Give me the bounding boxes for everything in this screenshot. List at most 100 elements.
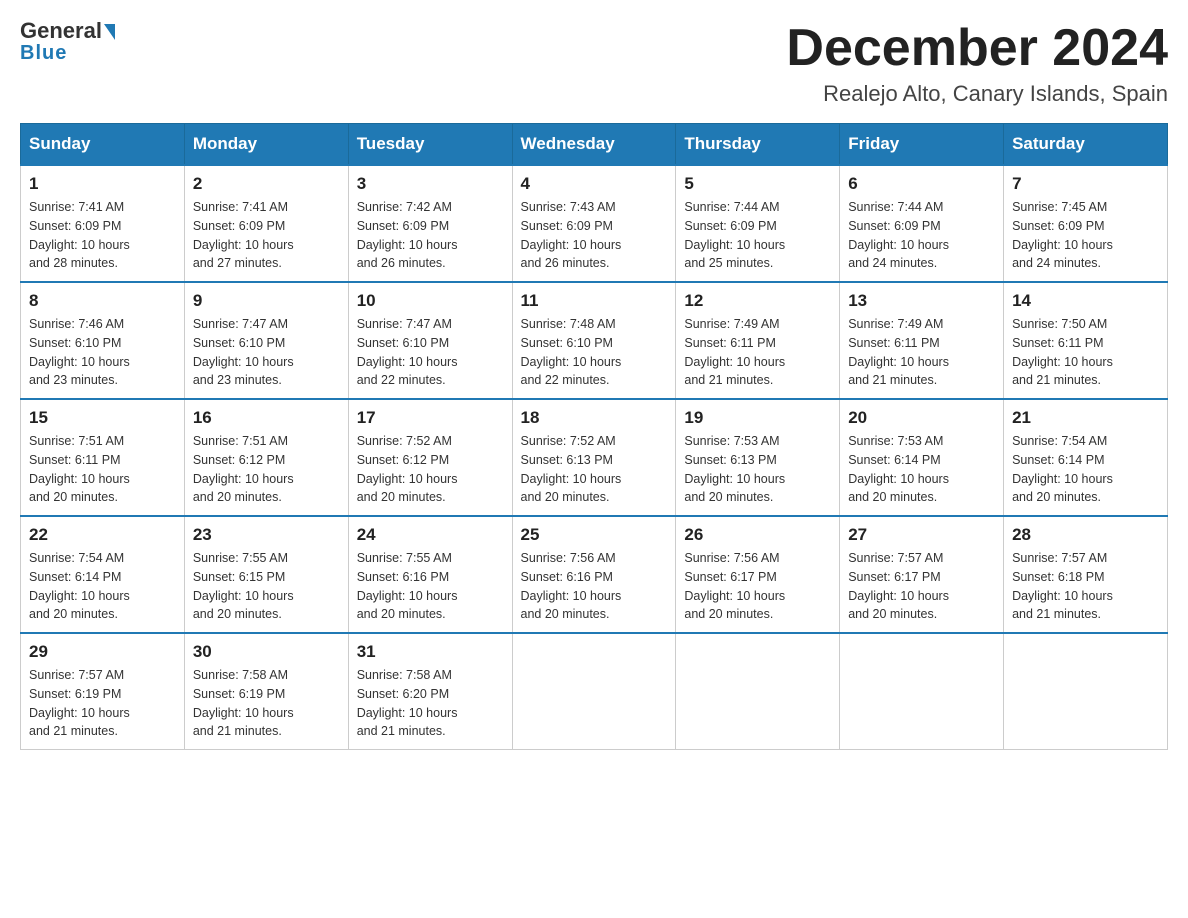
day-info: Sunrise: 7:55 AMSunset: 6:16 PMDaylight:… bbox=[357, 549, 504, 624]
day-number: 12 bbox=[684, 291, 831, 311]
page-header: General Blue December 2024 Realejo Alto,… bbox=[20, 20, 1168, 107]
title-section: December 2024 Realejo Alto, Canary Islan… bbox=[786, 20, 1168, 107]
day-info: Sunrise: 7:41 AMSunset: 6:09 PMDaylight:… bbox=[29, 198, 176, 273]
day-number: 30 bbox=[193, 642, 340, 662]
day-info: Sunrise: 7:57 AMSunset: 6:19 PMDaylight:… bbox=[29, 666, 176, 741]
day-number: 16 bbox=[193, 408, 340, 428]
day-number: 31 bbox=[357, 642, 504, 662]
day-cell-1: 1Sunrise: 7:41 AMSunset: 6:09 PMDaylight… bbox=[21, 165, 185, 282]
day-number: 28 bbox=[1012, 525, 1159, 545]
calendar-table: SundayMondayTuesdayWednesdayThursdayFrid… bbox=[20, 123, 1168, 750]
day-info: Sunrise: 7:47 AMSunset: 6:10 PMDaylight:… bbox=[193, 315, 340, 390]
day-info: Sunrise: 7:56 AMSunset: 6:17 PMDaylight:… bbox=[684, 549, 831, 624]
logo-blue: Blue bbox=[20, 42, 67, 65]
day-number: 5 bbox=[684, 174, 831, 194]
day-info: Sunrise: 7:55 AMSunset: 6:15 PMDaylight:… bbox=[193, 549, 340, 624]
day-number: 21 bbox=[1012, 408, 1159, 428]
day-number: 24 bbox=[357, 525, 504, 545]
day-info: Sunrise: 7:54 AMSunset: 6:14 PMDaylight:… bbox=[29, 549, 176, 624]
day-cell-19: 19 Sunrise: 7:53 AMSunset: 6:13 PMDayligh… bbox=[676, 399, 840, 516]
day-info: Sunrise: 7:49 AMSunset: 6:11 PMDaylight:… bbox=[684, 315, 831, 390]
day-cell-24: 24 Sunrise: 7:55 AMSunset: 6:16 PMDayligh… bbox=[348, 516, 512, 633]
day-cell-22: 22 Sunrise: 7:54 AMSunset: 6:14 PMDayligh… bbox=[21, 516, 185, 633]
weekday-header-thursday: Thursday bbox=[676, 124, 840, 166]
week-row-2: 8Sunrise: 7:46 AMSunset: 6:10 PMDaylight… bbox=[21, 282, 1168, 399]
day-number: 9 bbox=[193, 291, 340, 311]
day-info: Sunrise: 7:44 AMSunset: 6:09 PMDaylight:… bbox=[684, 198, 831, 273]
location-title: Realejo Alto, Canary Islands, Spain bbox=[786, 81, 1168, 107]
day-cell-25: 25Sunrise: 7:56 AMSunset: 6:16 PMDayligh… bbox=[512, 516, 676, 633]
week-row-3: 15 Sunrise: 7:51 AMSunset: 6:11 PMDayligh… bbox=[21, 399, 1168, 516]
day-cell-26: 26 Sunrise: 7:56 AMSunset: 6:17 PMDayligh… bbox=[676, 516, 840, 633]
day-info: Sunrise: 7:50 AMSunset: 6:11 PMDaylight:… bbox=[1012, 315, 1159, 390]
day-number: 15 bbox=[29, 408, 176, 428]
day-number: 23 bbox=[193, 525, 340, 545]
empty-cell bbox=[840, 633, 1004, 750]
week-row-4: 22 Sunrise: 7:54 AMSunset: 6:14 PMDayligh… bbox=[21, 516, 1168, 633]
day-cell-4: 4 Sunrise: 7:43 AMSunset: 6:09 PMDaylight… bbox=[512, 165, 676, 282]
day-cell-16: 16 Sunrise: 7:51 AMSunset: 6:12 PMDayligh… bbox=[184, 399, 348, 516]
day-cell-8: 8Sunrise: 7:46 AMSunset: 6:10 PMDaylight… bbox=[21, 282, 185, 399]
day-cell-11: 11 Sunrise: 7:48 AMSunset: 6:10 PMDayligh… bbox=[512, 282, 676, 399]
day-number: 13 bbox=[848, 291, 995, 311]
day-number: 3 bbox=[357, 174, 504, 194]
day-cell-20: 20 Sunrise: 7:53 AMSunset: 6:14 PMDayligh… bbox=[840, 399, 1004, 516]
day-number: 17 bbox=[357, 408, 504, 428]
day-cell-13: 13Sunrise: 7:49 AMSunset: 6:11 PMDayligh… bbox=[840, 282, 1004, 399]
day-number: 11 bbox=[521, 291, 668, 311]
day-number: 22 bbox=[29, 525, 176, 545]
day-info: Sunrise: 7:44 AMSunset: 6:09 PMDaylight:… bbox=[848, 198, 995, 273]
week-row-1: 1Sunrise: 7:41 AMSunset: 6:09 PMDaylight… bbox=[21, 165, 1168, 282]
empty-cell bbox=[512, 633, 676, 750]
day-number: 4 bbox=[521, 174, 668, 194]
day-info: Sunrise: 7:51 AMSunset: 6:11 PMDaylight:… bbox=[29, 432, 176, 507]
weekday-header-wednesday: Wednesday bbox=[512, 124, 676, 166]
empty-cell bbox=[676, 633, 840, 750]
day-cell-12: 12 Sunrise: 7:49 AMSunset: 6:11 PMDayligh… bbox=[676, 282, 840, 399]
day-info: Sunrise: 7:42 AMSunset: 6:09 PMDaylight:… bbox=[357, 198, 504, 273]
weekday-header-sunday: Sunday bbox=[21, 124, 185, 166]
day-info: Sunrise: 7:48 AMSunset: 6:10 PMDaylight:… bbox=[521, 315, 668, 390]
weekday-header-row: SundayMondayTuesdayWednesdayThursdayFrid… bbox=[21, 124, 1168, 166]
week-row-5: 29 Sunrise: 7:57 AMSunset: 6:19 PMDayligh… bbox=[21, 633, 1168, 750]
day-info: Sunrise: 7:58 AMSunset: 6:20 PMDaylight:… bbox=[357, 666, 504, 741]
day-info: Sunrise: 7:52 AMSunset: 6:13 PMDaylight:… bbox=[521, 432, 668, 507]
day-cell-9: 9 Sunrise: 7:47 AMSunset: 6:10 PMDaylight… bbox=[184, 282, 348, 399]
day-cell-30: 30 Sunrise: 7:58 AMSunset: 6:19 PMDayligh… bbox=[184, 633, 348, 750]
day-number: 2 bbox=[193, 174, 340, 194]
day-info: Sunrise: 7:51 AMSunset: 6:12 PMDaylight:… bbox=[193, 432, 340, 507]
day-cell-14: 14Sunrise: 7:50 AMSunset: 6:11 PMDayligh… bbox=[1004, 282, 1168, 399]
day-cell-5: 5 Sunrise: 7:44 AMSunset: 6:09 PMDaylight… bbox=[676, 165, 840, 282]
day-info: Sunrise: 7:57 AMSunset: 6:18 PMDaylight:… bbox=[1012, 549, 1159, 624]
weekday-header-saturday: Saturday bbox=[1004, 124, 1168, 166]
logo-general: General bbox=[20, 20, 115, 42]
empty-cell bbox=[1004, 633, 1168, 750]
day-cell-17: 17 Sunrise: 7:52 AMSunset: 6:12 PMDayligh… bbox=[348, 399, 512, 516]
day-info: Sunrise: 7:57 AMSunset: 6:17 PMDaylight:… bbox=[848, 549, 995, 624]
day-info: Sunrise: 7:53 AMSunset: 6:13 PMDaylight:… bbox=[684, 432, 831, 507]
day-info: Sunrise: 7:41 AMSunset: 6:09 PMDaylight:… bbox=[193, 198, 340, 273]
weekday-header-friday: Friday bbox=[840, 124, 1004, 166]
day-number: 6 bbox=[848, 174, 995, 194]
day-info: Sunrise: 7:52 AMSunset: 6:12 PMDaylight:… bbox=[357, 432, 504, 507]
day-info: Sunrise: 7:45 AMSunset: 6:09 PMDaylight:… bbox=[1012, 198, 1159, 273]
day-cell-31: 31 Sunrise: 7:58 AMSunset: 6:20 PMDayligh… bbox=[348, 633, 512, 750]
day-info: Sunrise: 7:46 AMSunset: 6:10 PMDaylight:… bbox=[29, 315, 176, 390]
day-number: 19 bbox=[684, 408, 831, 428]
day-info: Sunrise: 7:58 AMSunset: 6:19 PMDaylight:… bbox=[193, 666, 340, 741]
day-cell-6: 6 Sunrise: 7:44 AMSunset: 6:09 PMDaylight… bbox=[840, 165, 1004, 282]
day-number: 20 bbox=[848, 408, 995, 428]
weekday-header-tuesday: Tuesday bbox=[348, 124, 512, 166]
day-cell-2: 2 Sunrise: 7:41 AMSunset: 6:09 PMDaylight… bbox=[184, 165, 348, 282]
day-info: Sunrise: 7:47 AMSunset: 6:10 PMDaylight:… bbox=[357, 315, 504, 390]
day-cell-3: 3 Sunrise: 7:42 AMSunset: 6:09 PMDaylight… bbox=[348, 165, 512, 282]
day-number: 26 bbox=[684, 525, 831, 545]
day-cell-27: 27Sunrise: 7:57 AMSunset: 6:17 PMDayligh… bbox=[840, 516, 1004, 633]
day-cell-28: 28 Sunrise: 7:57 AMSunset: 6:18 PMDayligh… bbox=[1004, 516, 1168, 633]
day-number: 25 bbox=[521, 525, 668, 545]
logo: General Blue bbox=[20, 20, 115, 65]
day-cell-7: 7Sunrise: 7:45 AMSunset: 6:09 PMDaylight… bbox=[1004, 165, 1168, 282]
day-info: Sunrise: 7:53 AMSunset: 6:14 PMDaylight:… bbox=[848, 432, 995, 507]
day-number: 29 bbox=[29, 642, 176, 662]
day-info: Sunrise: 7:43 AMSunset: 6:09 PMDaylight:… bbox=[521, 198, 668, 273]
